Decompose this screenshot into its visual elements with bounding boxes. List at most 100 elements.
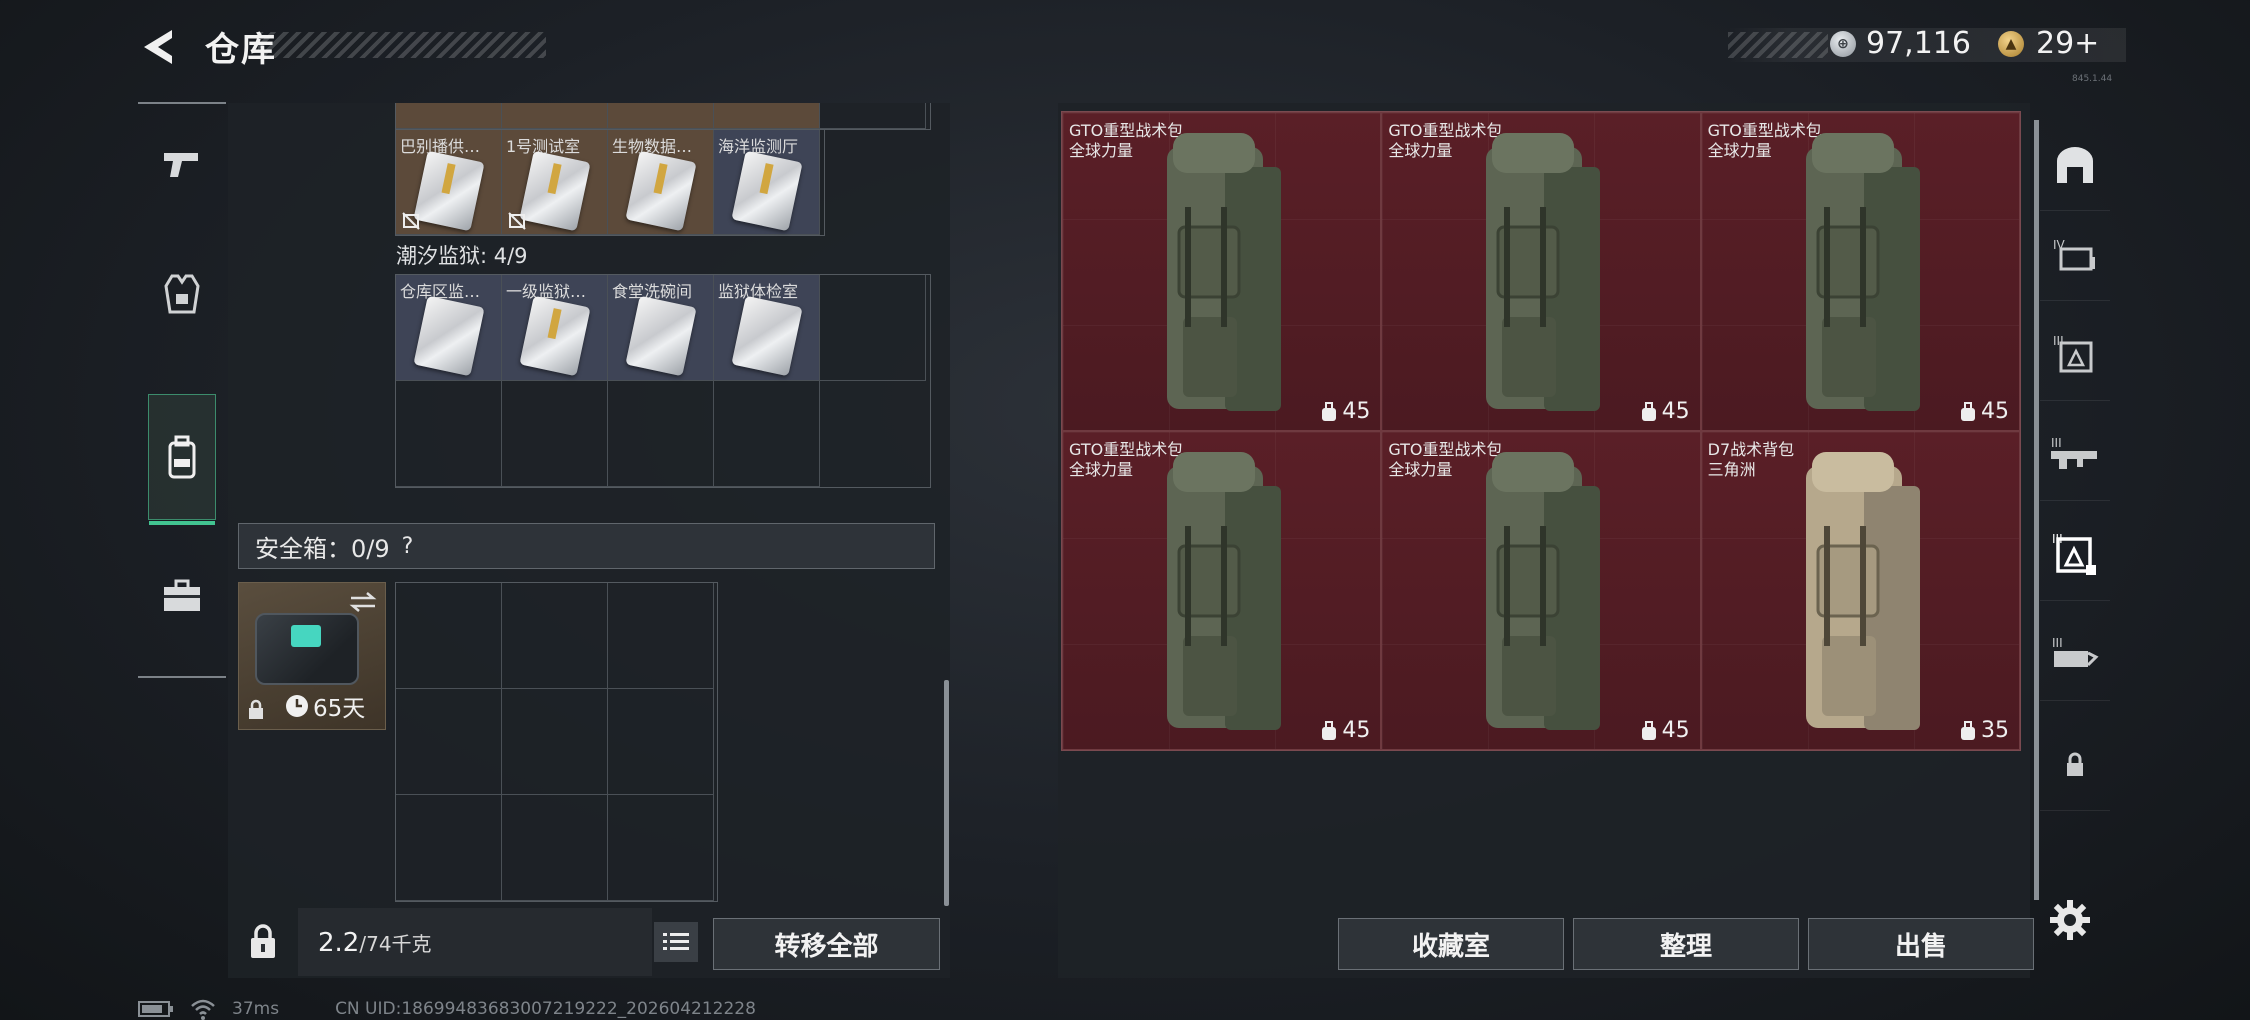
capacity-value: 45 <box>1342 399 1371 424</box>
prison-section-label: 潮汐监狱: 4/9 <box>396 244 528 268</box>
empty-slot[interactable] <box>396 381 502 487</box>
backpack-capacity: 45 <box>1320 399 1370 424</box>
safebox-slot[interactable] <box>608 689 714 795</box>
backpack-item[interactable]: GTO重型战术包 全球力量 45 <box>1062 112 1382 431</box>
safebox-label: 安全箱：0/9 <box>255 534 390 563</box>
safebox-days-value: 65天 <box>313 696 366 722</box>
right-scrollbar[interactable] <box>2034 120 2039 900</box>
backpack-item[interactable]: GTO重型战术包 全球力量 45 <box>1700 112 2020 431</box>
nav-weapons[interactable] <box>138 104 226 224</box>
uid-text: CN UID:18699483683007219222_202604212228 <box>335 999 756 1019</box>
backpack-capacity: 45 <box>1640 399 1690 424</box>
tier-iv-weapon-icon: IV <box>2053 238 2095 271</box>
tab-armory[interactable] <box>2040 120 2110 211</box>
transfer-all-button[interactable]: 转移全部 <box>713 918 940 970</box>
empty-slot[interactable] <box>820 275 926 381</box>
no-container-icon <box>508 212 526 230</box>
backpack-icon <box>168 435 196 479</box>
key-card-slot[interactable] <box>714 103 820 129</box>
settings-gear-icon[interactable] <box>2048 898 2092 942</box>
backpack-brand: 全球力量 <box>1069 460 1134 479</box>
backpack-item[interactable]: GTO重型战术包 全球力量 45 <box>1062 431 1382 750</box>
backpack-item[interactable]: GTO重型战术包 全球力量 45 <box>1381 112 1701 431</box>
key-card-slot[interactable] <box>396 103 502 129</box>
list-view-button[interactable] <box>654 922 698 962</box>
weight-value: 2.2 <box>318 928 360 958</box>
sell-button[interactable]: 出售 <box>1808 918 2034 970</box>
nav-toolbox[interactable] <box>138 536 226 656</box>
key-card[interactable]: 食堂洗碗间 <box>608 275 714 381</box>
key-card-slot[interactable] <box>608 103 714 129</box>
key-card-row-top: 巴别播供… 1号测试室 生物数据… 海洋监测厅 <box>395 129 825 236</box>
nav-backpack[interactable] <box>148 394 216 525</box>
svg-text:III: III <box>2051 436 2062 450</box>
padlock-icon <box>251 924 275 958</box>
vest-icon <box>164 274 200 314</box>
key-card[interactable]: 1号测试室 <box>502 130 608 235</box>
safebox-item[interactable]: 65天 <box>238 582 386 730</box>
key-card-image <box>625 150 697 232</box>
key-card[interactable]: 海洋监测厅 <box>714 130 820 235</box>
nav-armor[interactable] <box>138 234 226 354</box>
key-card-image <box>731 150 803 232</box>
silver-coin-value[interactable]: 97,116 <box>1866 26 1971 61</box>
safebox-slot[interactable] <box>608 795 714 901</box>
tab-tier-iii-bag[interactable]: III <box>2040 510 2110 601</box>
backpack-image <box>1167 452 1281 730</box>
tab-tier-iii-armor[interactable]: III <box>2040 310 2110 401</box>
safebox-slot[interactable] <box>502 689 608 795</box>
gold-coin-value[interactable]: 29+ <box>2036 26 2099 61</box>
empty-slot[interactable] <box>820 103 926 129</box>
backpack-item[interactable]: GTO重型战术包 全球力量 45 <box>1381 431 1701 750</box>
safebox-slot[interactable] <box>502 795 608 901</box>
key-card[interactable]: 仓库区监… <box>396 275 502 381</box>
safebox-slot[interactable] <box>396 795 502 901</box>
capacity-value: 35 <box>1981 718 2009 743</box>
back-button[interactable] <box>138 26 180 68</box>
silver-coin-icon: ⊕ <box>1830 31 1856 57</box>
key-card[interactable]: 巴别播供… <box>396 130 502 235</box>
safebox-slot[interactable] <box>608 583 714 689</box>
key-card-label: 一级监狱… <box>506 282 587 301</box>
backpack-image <box>1486 452 1601 730</box>
key-card-image <box>731 295 803 377</box>
tab-locked[interactable] <box>2040 720 2110 811</box>
tab-tier-iv[interactable]: IV <box>2040 210 2110 301</box>
bag-capacity-icon <box>1322 401 1337 421</box>
tier-iii-helmet-icon: III <box>2052 636 2099 667</box>
backpack-brand: 全球力量 <box>1069 141 1134 160</box>
key-card-label: 1号测试室 <box>506 137 581 156</box>
safebox-slot[interactable] <box>396 689 502 795</box>
key-card-image <box>519 150 591 232</box>
help-icon[interactable]: ? <box>402 534 414 559</box>
gold-coin-icon: ▲ <box>1998 31 2024 57</box>
swap-icon[interactable] <box>349 591 377 613</box>
category-nav <box>138 102 226 678</box>
key-card[interactable]: 一级监狱… <box>502 275 608 381</box>
safebox-header: 安全箱：0/9 ? <box>238 523 935 569</box>
backpack-brand: 全球力量 <box>1707 141 1772 160</box>
empty-slot[interactable] <box>608 381 714 487</box>
key-card[interactable]: 监狱体检室 <box>714 275 820 381</box>
weight-text: 2.2/74千克 <box>318 928 432 958</box>
bag-capacity-icon <box>1641 401 1656 421</box>
tab-tier-iii-helmet[interactable]: III <box>2040 610 2110 701</box>
key-card-slot[interactable] <box>502 103 608 129</box>
safebox-slot[interactable] <box>502 583 608 689</box>
empty-slot[interactable] <box>714 381 820 487</box>
backpack-grid: GTO重型战术包 全球力量 45 GTO重型战术包 全球力量 45 GTO重型战… <box>1061 111 2021 751</box>
lock-icon <box>249 699 263 719</box>
empty-slot[interactable] <box>502 381 608 487</box>
collection-room-button[interactable]: 收藏室 <box>1338 918 1564 970</box>
safebox-duration: 65天 <box>285 689 365 723</box>
armory-icon <box>2057 147 2093 183</box>
safebox-slot[interactable] <box>396 583 502 689</box>
key-card-label: 生物数据… <box>612 137 693 156</box>
clock-icon <box>286 695 308 717</box>
left-scrollbar[interactable] <box>944 680 949 906</box>
key-card[interactable]: 生物数据… <box>608 130 714 235</box>
lock-button[interactable] <box>230 908 296 976</box>
backpack-item[interactable]: D7战术背包 三角洲 35 <box>1700 431 2020 750</box>
sort-button[interactable]: 整理 <box>1573 918 1799 970</box>
tab-tier-iii-rifle[interactable]: III <box>2040 410 2110 501</box>
